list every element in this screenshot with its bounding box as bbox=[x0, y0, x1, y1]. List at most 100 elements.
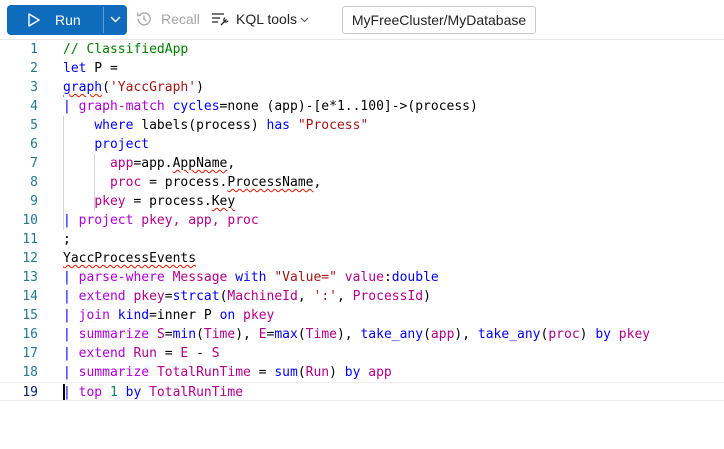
code-token: Key bbox=[211, 194, 236, 209]
code-token: ':' bbox=[313, 289, 337, 304]
code-line[interactable]: 13 | parse-where Message with "Value=" va… bbox=[0, 268, 724, 287]
code-token: Run bbox=[305, 365, 330, 380]
code-line[interactable]: 6 project bbox=[0, 135, 724, 154]
line-number: 2 bbox=[30, 61, 38, 76]
code-token: top bbox=[78, 385, 103, 400]
kql-tools-label: KQL tools bbox=[236, 11, 297, 27]
code-line[interactable]: 16 | summarize S=min(Time), E=max(Time), … bbox=[0, 325, 724, 344]
code-token: , bbox=[336, 289, 353, 304]
kql-tools-menu[interactable]: KQL tools bbox=[211, 9, 311, 31]
code-line[interactable]: 19 | top 1 by TotalRunTime bbox=[0, 382, 724, 401]
code-token: double bbox=[391, 270, 439, 285]
code-token: Message bbox=[164, 270, 236, 285]
code-line[interactable]: 14 | extend pkey=strcat(MachineId, ':', P… bbox=[0, 287, 724, 306]
code-line[interactable]: 2 let P = bbox=[0, 59, 724, 78]
code-token: summarize bbox=[78, 327, 150, 342]
code-token: ) bbox=[196, 80, 204, 95]
code-token: | bbox=[63, 346, 79, 361]
code-token: ) bbox=[329, 365, 345, 380]
code-token: min bbox=[172, 327, 197, 342]
code-token: ProcessId bbox=[352, 289, 424, 304]
code-token: E bbox=[258, 327, 267, 342]
code-line[interactable]: 4 | graph-match cycles=none (app)-[e*1..1… bbox=[0, 97, 724, 116]
code-line[interactable]: 9 pkey = process.Key bbox=[0, 192, 724, 211]
code-token: ; bbox=[63, 232, 71, 247]
code-text: where labels(process) has "Process" bbox=[63, 116, 368, 135]
code-line[interactable]: 5 where labels(process) has "Process" bbox=[0, 116, 724, 135]
code-text: | parse-where Message with "Value=" valu… bbox=[63, 268, 439, 287]
code-token: AppName bbox=[172, 156, 228, 171]
database-selector[interactable]: MyFreeCluster/MyDatabase bbox=[342, 6, 536, 34]
code-token: =none (app)-[e*1..100]->(process) bbox=[219, 99, 478, 114]
code-token: | bbox=[63, 308, 79, 323]
code-token: summarize bbox=[78, 365, 150, 380]
play-icon bbox=[28, 13, 40, 27]
code-line[interactable]: 17 | extend Run = E - S bbox=[0, 344, 724, 363]
code-token: Run bbox=[133, 346, 157, 361]
code-token: proc bbox=[109, 175, 142, 190]
code-token: =app. bbox=[133, 156, 173, 171]
code-token: on bbox=[219, 308, 236, 323]
code-token: app bbox=[430, 327, 455, 342]
code-token: = bbox=[164, 289, 173, 304]
code-text: YaccProcessEvents bbox=[63, 249, 196, 268]
code-text: | summarize S=min(Time), E=max(Time), ta… bbox=[63, 325, 650, 344]
code-token: = bbox=[156, 346, 181, 361]
code-token: , bbox=[297, 289, 314, 304]
code-line[interactable]: 10 | project pkey, app, proc bbox=[0, 211, 724, 230]
run-split-button: Run bbox=[7, 5, 127, 35]
code-text: | top 1 by TotalRunTime bbox=[63, 383, 243, 402]
code-token: let bbox=[63, 61, 87, 76]
code-token: cycles bbox=[172, 99, 220, 114]
line-number: 16 bbox=[22, 327, 38, 342]
code-token: pkey bbox=[133, 289, 165, 304]
code-token: labels(process) bbox=[133, 118, 267, 133]
code-line[interactable]: 12 YaccProcessEvents bbox=[0, 249, 724, 268]
line-number: 4 bbox=[30, 99, 38, 114]
code-token: graph-match bbox=[78, 99, 165, 114]
code-token: P = bbox=[86, 61, 118, 76]
code-token: by bbox=[344, 365, 361, 380]
code-line[interactable]: 18 | summarize TotalRunTime = sum(Run) by… bbox=[0, 363, 724, 382]
line-number: 5 bbox=[30, 118, 38, 133]
code-token: ( bbox=[196, 327, 204, 342]
code-token: S bbox=[211, 346, 220, 361]
run-button[interactable]: Run bbox=[7, 5, 102, 35]
code-token: 'YaccGraph' bbox=[109, 80, 197, 95]
line-number: 9 bbox=[30, 194, 38, 209]
code-token: extend bbox=[78, 289, 126, 304]
code-text: graph('YaccGraph') bbox=[63, 78, 204, 97]
code-token: extend bbox=[78, 346, 126, 361]
code-line[interactable]: 8 proc = process.ProcessName, bbox=[0, 173, 724, 192]
code-token: TotalRunTime bbox=[141, 385, 244, 400]
code-token: "Value=" bbox=[274, 270, 337, 285]
line-number: 12 bbox=[22, 251, 38, 266]
code-token: by bbox=[595, 327, 611, 342]
code-token: = bbox=[250, 365, 275, 380]
code-line[interactable]: 1 // ClassifiedApp bbox=[0, 40, 724, 59]
code-token: | bbox=[63, 385, 79, 400]
run-dropdown-button[interactable] bbox=[104, 5, 127, 35]
code-line[interactable]: 15 | join kind=inner P on pkey bbox=[0, 306, 724, 325]
code-token: MachineId bbox=[227, 289, 298, 304]
code-line[interactable]: 11; bbox=[0, 230, 724, 249]
code-text: | extend Run = E - S bbox=[63, 344, 220, 363]
text-cursor bbox=[63, 384, 65, 400]
line-number: 1 bbox=[30, 42, 38, 57]
code-line[interactable]: 3 graph('YaccGraph') bbox=[0, 78, 724, 97]
code-token: | bbox=[63, 365, 79, 380]
query-editor[interactable]: 1// ClassifiedApp 2 let P = 3 graph('YaccGra… bbox=[0, 40, 724, 449]
code-token: ( bbox=[423, 327, 431, 342]
code-token: ) bbox=[579, 327, 596, 342]
line-number: 7 bbox=[30, 156, 38, 171]
code-line[interactable]: 7 app=app.AppName, bbox=[0, 154, 724, 173]
code-text: | graph-match cycles=none (app)-[e*1..10… bbox=[63, 97, 478, 116]
